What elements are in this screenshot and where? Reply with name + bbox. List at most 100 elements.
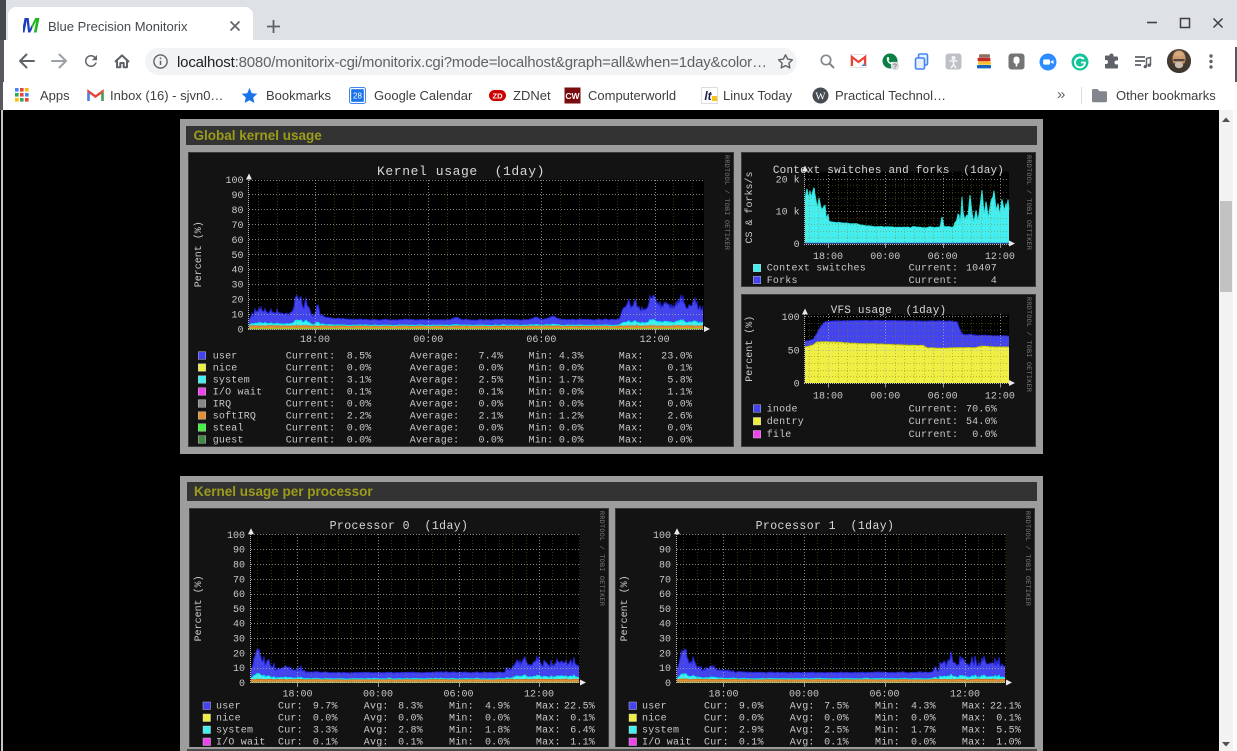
svg-text:Cur:: Cur: [278, 701, 303, 712]
svg-text:20: 20 [659, 649, 671, 660]
svg-text:Current:: Current: [286, 387, 336, 398]
svg-text:00:00: 00:00 [363, 689, 393, 700]
svg-text:80: 80 [233, 560, 245, 571]
svg-text:Percent (%): Percent (%) [193, 221, 205, 287]
svg-text:Max:: Max: [536, 725, 561, 736]
svg-text:1.2%: 1.2% [559, 411, 584, 422]
svg-text:Percent (%): Percent (%) [193, 575, 205, 641]
svg-text:Max:: Max: [619, 435, 644, 446]
svg-text:Average:: Average: [410, 399, 460, 410]
svg-text:80: 80 [659, 560, 671, 571]
svg-text:12:00: 12:00 [985, 252, 1015, 263]
svg-text:0.0%: 0.0% [478, 435, 503, 446]
svg-text:3.1%: 3.1% [347, 375, 372, 386]
svg-text:22.5%: 22.5% [564, 701, 595, 712]
svg-text:Current:: Current: [286, 399, 336, 410]
svg-text:20 k: 20 k [776, 174, 800, 186]
svg-text:4.9%: 4.9% [485, 701, 510, 712]
svg-text:60: 60 [233, 590, 245, 601]
svg-text:Max:: Max: [962, 713, 987, 724]
svg-text:Max:: Max: [619, 375, 644, 386]
svg-text:system: system [213, 375, 250, 386]
svg-text:Min:: Min: [449, 712, 474, 724]
svg-text:00:00: 00:00 [413, 335, 443, 346]
svg-text:30: 30 [659, 634, 671, 645]
svg-text:00:00: 00:00 [789, 689, 819, 700]
svg-text:5.5%: 5.5% [996, 725, 1021, 736]
svg-text:IRQ: IRQ [213, 399, 232, 410]
svg-text:28: 28 [353, 92, 362, 101]
svg-text:0.0%: 0.0% [559, 387, 584, 398]
svg-text:20: 20 [231, 296, 243, 307]
svg-text:2.5%: 2.5% [824, 725, 849, 736]
svg-text:90: 90 [233, 545, 245, 556]
svg-text:0.1%: 0.1% [347, 387, 372, 398]
svg-text:Average:: Average: [410, 423, 460, 434]
svg-text:Processor 0 (1day): Processor 0 (1day) [330, 520, 469, 533]
svg-text:0.0%: 0.0% [739, 713, 764, 724]
svg-text:50: 50 [233, 604, 245, 615]
svg-text:0.0%: 0.0% [478, 399, 503, 410]
svg-text:Max:: Max: [962, 725, 987, 736]
svg-text:100: 100 [782, 313, 800, 324]
svg-text:Current:: Current: [286, 363, 336, 374]
svg-text:Current:: Current: [909, 417, 959, 428]
svg-text:12:00: 12:00 [640, 335, 670, 346]
svg-text:1.1%: 1.1% [667, 387, 692, 398]
svg-text:Avg:: Avg: [364, 701, 389, 712]
svg-text:70: 70 [231, 221, 243, 232]
svg-text:2.2%: 2.2% [347, 411, 372, 422]
svg-text:30: 30 [231, 281, 243, 292]
svg-text:0.0%: 0.0% [559, 423, 584, 434]
svg-text:7.5%: 7.5% [824, 701, 849, 712]
svg-text:system: system [216, 725, 253, 736]
svg-text:70.6%: 70.6% [966, 404, 997, 415]
svg-text:Cur:: Cur: [704, 725, 729, 736]
svg-text:0.0%: 0.0% [559, 363, 584, 374]
svg-text:Max:: Max: [962, 701, 987, 712]
svg-text:Min:: Min: [529, 434, 554, 446]
svg-text:user: user [213, 351, 238, 362]
svg-text:Percent (%): Percent (%) [744, 316, 756, 382]
svg-text:Max:: Max: [536, 713, 561, 724]
svg-text:10 k: 10 k [776, 207, 800, 219]
svg-text:Min:: Min: [449, 724, 474, 736]
svg-text:Kernel usage (1day): Kernel usage (1day) [377, 164, 545, 179]
svg-text:0.0%: 0.0% [347, 423, 372, 434]
svg-text:4: 4 [991, 276, 997, 287]
svg-text:Min:: Min: [529, 398, 554, 410]
svg-text:Min:: Min: [875, 712, 900, 724]
svg-text:file: file [767, 429, 792, 441]
svg-text:10: 10 [659, 664, 671, 675]
svg-text:10: 10 [233, 664, 245, 675]
svg-text:Min:: Min: [875, 724, 900, 736]
svg-text:Cur:: Cur: [278, 713, 303, 724]
svg-text:nice: nice [213, 362, 238, 374]
svg-text:0.0%: 0.0% [824, 713, 849, 724]
svg-text:Min:: Min: [529, 350, 554, 362]
svg-text:2.6%: 2.6% [667, 411, 692, 422]
svg-text:Min:: Min: [529, 374, 554, 386]
svg-text:I/O wait: I/O wait [213, 386, 263, 398]
svg-text:Cur:: Cur: [704, 713, 729, 724]
svg-text:0.0%: 0.0% [667, 399, 692, 410]
svg-text:40: 40 [659, 619, 671, 630]
svg-text:40: 40 [233, 619, 245, 630]
svg-text:54.0%: 54.0% [966, 417, 997, 428]
svg-text:23.0%: 23.0% [661, 351, 692, 362]
svg-text:Average:: Average: [410, 411, 460, 422]
svg-text:Average:: Average: [410, 363, 460, 374]
svg-text:3.3%: 3.3% [313, 725, 338, 736]
svg-text:60: 60 [659, 590, 671, 601]
svg-text:steal: steal [213, 422, 244, 434]
svg-text:RRDTOOL / TOBI OETIKER: RRDTOOL / TOBI OETIKER [1024, 155, 1032, 250]
svg-text:18:00: 18:00 [282, 689, 312, 700]
svg-text:Min:: Min: [529, 422, 554, 434]
svg-text:18:00: 18:00 [300, 335, 330, 346]
svg-text:CW: CW [565, 91, 580, 101]
svg-text:90: 90 [659, 545, 671, 556]
svg-text:06:00: 06:00 [928, 392, 958, 403]
svg-text:00:00: 00:00 [870, 252, 900, 263]
svg-text:Percent (%): Percent (%) [619, 575, 631, 641]
svg-text:90: 90 [231, 191, 243, 202]
